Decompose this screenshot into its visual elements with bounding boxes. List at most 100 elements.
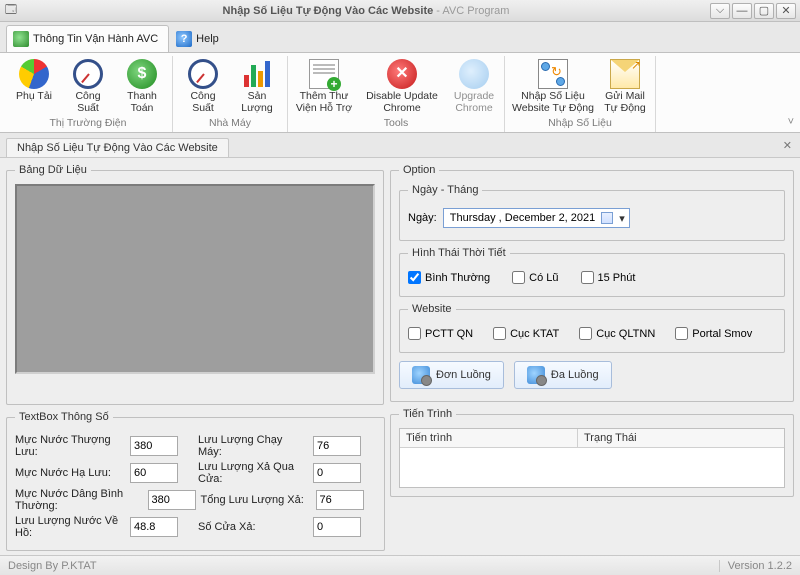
app-icon: 🗔 xyxy=(4,4,18,18)
chk-colu[interactable]: Có Lũ xyxy=(512,271,558,284)
gear-icon xyxy=(527,366,545,384)
gauge-icon xyxy=(73,59,103,89)
mail-icon: ↗ xyxy=(610,59,640,89)
statusbar: Design By P.KTAT Version 1.2.2 xyxy=(0,555,800,575)
workspace-close-icon[interactable]: ✕ xyxy=(783,139,792,152)
ngay-label: Ngày: xyxy=(408,212,437,224)
lbl-tong-llxa: Tổng Lưu Lượng Xả: xyxy=(201,494,311,506)
addlib-button[interactable]: +Thêm Thư Viện Hỗ Trợ xyxy=(292,56,356,115)
disable-chrome-button[interactable]: ✕Disable Update Chrome xyxy=(358,56,446,115)
maximize-button[interactable]: ▢ xyxy=(754,3,774,19)
group-input-label: Nhập Số Liệu xyxy=(509,115,651,130)
thanhtoan-button[interactable]: $Thanh Toán xyxy=(116,56,168,115)
col-process: Tiến trình xyxy=(400,429,578,447)
network-icon: ↻ xyxy=(538,59,568,89)
ribbon-group-plant: Công Suất Sản Lượng Nhà Máy xyxy=(173,56,288,132)
tab-help[interactable]: ? Help xyxy=(169,25,230,52)
customize-button[interactable]: ⌵ xyxy=(710,3,730,19)
chk-portal[interactable]: Portal Smov xyxy=(675,327,752,340)
date-picker[interactable]: Thursday , December 2, 2021 ▾ xyxy=(443,208,630,228)
lbl-haluu: Mực Nước Hạ Lưu: xyxy=(15,467,125,479)
title-sub: - AVC Program xyxy=(436,5,509,17)
ribbon-tabstrip: Thông Tin Vận Hành AVC ? Help xyxy=(0,22,800,52)
input-socuaxa[interactable] xyxy=(313,517,361,537)
close-button[interactable]: ✕ xyxy=(776,3,796,19)
dollar-icon: $ xyxy=(127,59,157,89)
weather-panel: Hình Thái Thời Tiết Bình Thường Có Lũ 15… xyxy=(399,247,785,297)
option-panel: Option Ngày - Tháng Ngày: Thursday , Dec… xyxy=(390,164,794,402)
group-tools-label: Tools xyxy=(292,115,500,130)
date-value: Thursday , December 2, 2021 xyxy=(450,212,596,224)
minimize-button[interactable]: — xyxy=(732,3,752,19)
daythang-panel: Ngày - Tháng Ngày: Thursday , December 2… xyxy=(399,184,785,241)
lbl-ll-veho: Lưu Lượng Nước Về Hồ: xyxy=(15,515,125,539)
input-dangbt[interactable] xyxy=(148,490,196,510)
datagrid[interactable] xyxy=(15,184,375,374)
lbl-dangbt: Mực Nước Dâng Bình Thường: xyxy=(15,488,143,512)
input-ll-chaymay[interactable] xyxy=(313,436,361,456)
input-ll-xacua[interactable] xyxy=(313,463,361,483)
sanluong-button[interactable]: Sản Lượng xyxy=(231,56,283,115)
ribbon-group-market: Phụ Tải Công Suất $Thanh Toán Thị Trường… xyxy=(4,56,173,132)
globe-icon xyxy=(459,59,489,89)
sendmail-button[interactable]: ↗Gửi Mail Tự Động xyxy=(599,56,651,115)
design-by: Design By P.KTAT xyxy=(8,560,97,572)
congsuat-plant-button[interactable]: Công Suất xyxy=(177,56,229,115)
auto-input-button[interactable]: ↻Nhập Số Liệu Website Tự Động xyxy=(509,56,597,115)
gear-icon xyxy=(412,366,430,384)
single-thread-button[interactable]: Đơn Luồng xyxy=(399,361,504,389)
ribbon-group-tools: +Thêm Thư Viện Hỗ Trợ ✕Disable Update Ch… xyxy=(288,56,505,132)
group-plant-label: Nhà Máy xyxy=(177,115,283,130)
lbl-ll-chaymay: Lưu Lượng Chạy Máy: xyxy=(198,434,308,458)
chk-binhthuong[interactable]: Bình Thường xyxy=(408,271,490,284)
lbl-thuongluu: Mực Nước Thượng Lưu: xyxy=(15,434,125,458)
textbox-panel: TextBox Thông Số Mực Nước Thượng Lưu: Lư… xyxy=(6,411,385,551)
lbl-socuaxa: Số Cửa Xả: xyxy=(198,521,308,533)
website-panel: Website PCTT QN Cục KTAT Cục QLTNN Porta… xyxy=(399,303,785,353)
chk-cucktat[interactable]: Cục KTAT xyxy=(493,327,559,340)
chk-15phut[interactable]: 15 Phút xyxy=(581,271,636,284)
textbox-legend: TextBox Thông Số xyxy=(15,411,113,423)
progress-legend: Tiến Trình xyxy=(399,408,456,420)
group-market-label: Thị Trường Điện xyxy=(8,115,168,130)
tab-opinfo-label: Thông Tin Vận Hành AVC xyxy=(33,33,158,45)
title-main: Nhập Số Liệu Tự Động Vào Các Website xyxy=(223,5,434,17)
chevron-down-icon: ▾ xyxy=(619,212,625,225)
datagrid-legend: Bảng Dữ Liệu xyxy=(15,164,91,176)
col-status: Trạng Thái xyxy=(578,429,784,447)
error-icon: ✕ xyxy=(387,59,417,89)
input-ll-veho[interactable] xyxy=(130,517,178,537)
barchart-icon xyxy=(242,59,272,89)
tab-help-label: Help xyxy=(196,33,219,45)
congsuat-market-button[interactable]: Công Suất xyxy=(62,56,114,115)
leaf-icon xyxy=(13,31,29,47)
lbl-ll-xacua: Lưu Lượng Xả Qua Cửa: xyxy=(198,461,308,485)
input-haluu[interactable] xyxy=(130,463,178,483)
upgrade-chrome-button[interactable]: Upgrade Chrome xyxy=(448,56,500,115)
chk-cucqltnn[interactable]: Cục QLTNN xyxy=(579,327,655,340)
load-icon xyxy=(19,59,49,89)
workspace-tab-main[interactable]: Nhập Số Liệu Tự Động Vào Các Website xyxy=(6,138,229,157)
doc-add-icon: + xyxy=(309,59,339,89)
website-legend: Website xyxy=(408,303,456,315)
ribbon: Phụ Tải Công Suất $Thanh Toán Thị Trường… xyxy=(0,52,800,133)
input-thuongluu[interactable] xyxy=(130,436,178,456)
calendar-icon xyxy=(601,212,613,224)
datagrid-panel: Bảng Dữ Liệu xyxy=(6,164,384,405)
phutai-button[interactable]: Phụ Tải xyxy=(8,56,60,115)
daythang-legend: Ngày - Tháng xyxy=(408,184,482,196)
titlebar: 🗔 Nhập Số Liệu Tự Động Vào Các Website -… xyxy=(0,0,800,22)
weather-legend: Hình Thái Thời Tiết xyxy=(408,247,510,259)
multi-thread-button[interactable]: Đa Luồng xyxy=(514,361,612,389)
workspace-tabstrip: Nhập Số Liệu Tự Động Vào Các Website ✕ xyxy=(0,133,800,157)
help-icon: ? xyxy=(176,31,192,47)
option-legend: Option xyxy=(399,164,439,176)
ribbon-expand-icon[interactable]: ˅ xyxy=(788,116,794,128)
chk-pcttqn[interactable]: PCTT QN xyxy=(408,327,473,340)
gauge-icon xyxy=(188,59,218,89)
progress-table: Tiến trình Trạng Thái xyxy=(399,428,785,488)
progress-panel: Tiến Trình Tiến trình Trạng Thái xyxy=(390,408,794,497)
ribbon-group-input: ↻Nhập Số Liệu Website Tự Động ↗Gửi Mail … xyxy=(505,56,656,132)
tab-opinfo[interactable]: Thông Tin Vận Hành AVC xyxy=(6,25,169,52)
input-tong-llxa[interactable] xyxy=(316,490,364,510)
